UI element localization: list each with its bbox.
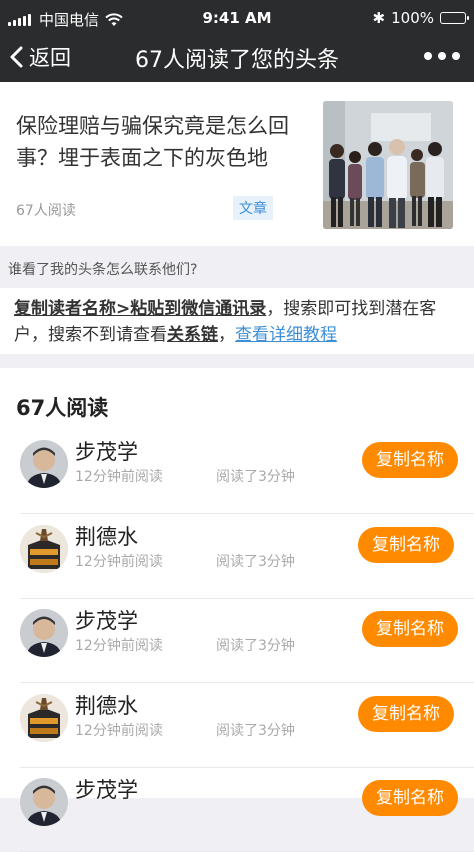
- reader-read-duration: 阅读了3分钟: [216, 469, 295, 485]
- reader-name: 步茂学: [75, 778, 138, 802]
- reader-name: 步茂学: [75, 609, 138, 633]
- relationship-chain-text: 关系链: [167, 325, 218, 345]
- reader-row: 步茂学 12分钟前阅读 阅读了3分钟 复制名称: [0, 599, 474, 683]
- readers-title: 67人阅读: [16, 396, 109, 420]
- reader-read-duration: 阅读了3分钟: [216, 554, 295, 570]
- group-photo-image: [323, 101, 453, 229]
- reader-name: 荆德水: [75, 525, 138, 549]
- readers-section: 67人阅读 步茂学 12分钟前阅读 阅读了3分钟 复制名称 荆德水 12分钟前阅读 阅读了3…: [0, 368, 474, 852]
- status-right: ✱ 100%: [372, 9, 469, 27]
- portrait-avatar: [20, 609, 68, 657]
- status-bar: 中国电信 9:41 AM ✱ 100%: [0, 0, 474, 38]
- reader-name: 荆德水: [75, 694, 138, 718]
- reader-read-time: 12分钟前阅读: [75, 469, 163, 485]
- sculpture-avatar: [20, 525, 68, 573]
- help-heading: 谁看了我的头条怎么联系他们?: [8, 262, 198, 278]
- article-type-badge: 文章: [233, 196, 273, 220]
- reader-read-duration: 阅读了3分钟: [216, 638, 295, 654]
- article-thumbnail: [323, 101, 453, 229]
- sculpture-avatar: [20, 694, 68, 742]
- reader-read-time: 12分钟前阅读: [75, 723, 163, 739]
- battery-icon: [440, 12, 469, 24]
- reader-row: 荆德水 12分钟前阅读 阅读了3分钟 复制名称: [0, 684, 474, 768]
- top-bar: 中国电信 9:41 AM ✱ 100% 返回 67人阅读了您的头条: [0, 0, 474, 82]
- article-read-count: 67人阅读: [16, 203, 76, 219]
- portrait-avatar: [20, 778, 68, 826]
- reader-row: 步茂学 12分钟前阅读 阅读了3分钟 复制名称: [0, 430, 474, 514]
- reader-read-time: 12分钟前阅读: [75, 638, 163, 654]
- reader-row: 荆德水 12分钟前阅读 阅读了3分钟 复制名称: [0, 515, 474, 599]
- help-instructions: 复制读者名称>粘贴到微信通讯录，搜索即可找到潜在客户，搜索不到请查看关系链，查看…: [0, 288, 474, 354]
- battery-percent: 100%: [391, 9, 434, 27]
- help-step-bold: 复制读者名称>粘贴到微信通讯录: [14, 299, 267, 319]
- help-section-header: 谁看了我的头条怎么联系他们?: [0, 246, 474, 288]
- reader-read-duration: 阅读了3分钟: [216, 723, 295, 739]
- copy-name-button[interactable]: 复制名称: [358, 696, 454, 732]
- copy-name-button[interactable]: 复制名称: [358, 527, 454, 563]
- portrait-avatar: [20, 440, 68, 488]
- copy-name-button[interactable]: 复制名称: [362, 611, 458, 647]
- help-text-sep: ，: [218, 325, 235, 345]
- row-divider: [20, 682, 474, 683]
- copy-name-button[interactable]: 复制名称: [362, 442, 458, 478]
- row-divider: [20, 513, 474, 514]
- copy-name-button[interactable]: 复制名称: [362, 780, 458, 816]
- more-button[interactable]: [418, 52, 460, 60]
- reader-read-time: 12分钟前阅读: [75, 554, 163, 570]
- article-card[interactable]: 保险理赔与骗保究竟是怎么回事？埋于表面之下的灰色地 67人阅读 文章: [0, 82, 474, 246]
- tutorial-link[interactable]: 查看详细教程: [235, 325, 337, 345]
- reader-name: 步茂学: [75, 440, 138, 464]
- nav-bar: 返回 67人阅读了您的头条: [0, 36, 474, 80]
- more-dot-icon: [424, 52, 432, 60]
- page-title: 67人阅读了您的头条: [135, 48, 339, 73]
- article-title: 保险理赔与骗保究竟是怎么回事？埋于表面之下的灰色地: [16, 114, 289, 170]
- bluetooth-icon: ✱: [372, 9, 386, 27]
- reader-row: 步茂学 复制名称: [0, 768, 474, 852]
